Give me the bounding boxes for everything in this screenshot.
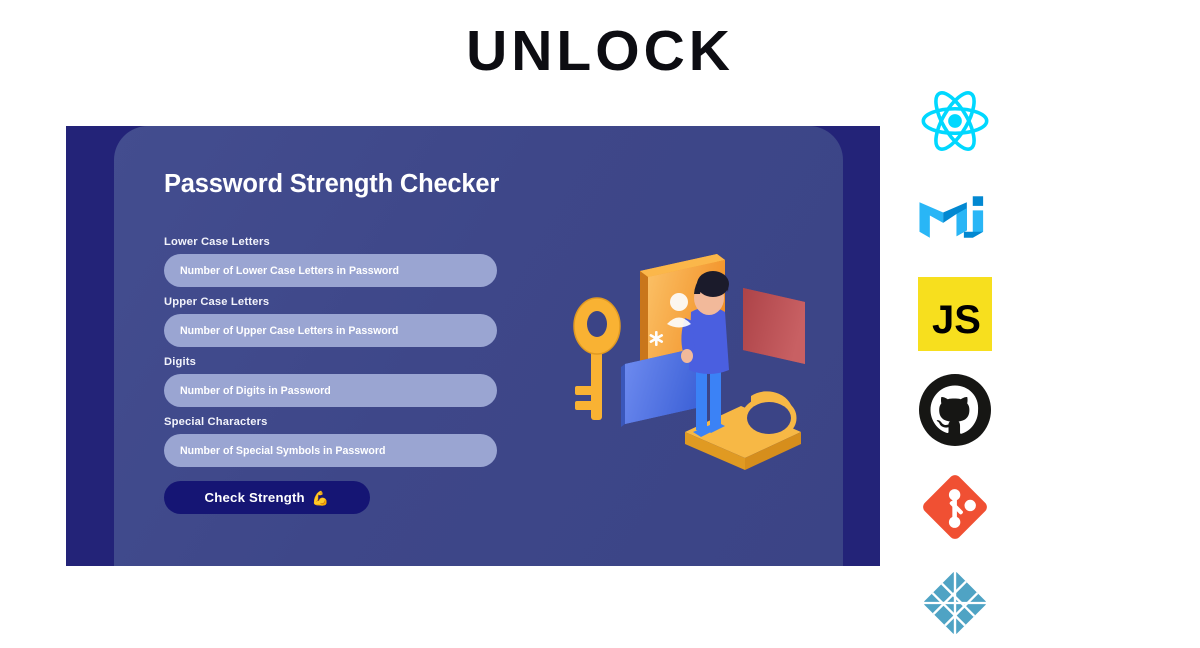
input-digits[interactable]	[164, 374, 497, 407]
label-lower-case-letters: Lower Case Letters	[164, 236, 270, 248]
password-strength-card: Password Strength Checker Lower Case Let…	[114, 126, 843, 566]
page-title: UNLOCK	[466, 19, 734, 83]
field-lower-case-letters: Lower Case Letters	[164, 236, 504, 287]
input-upper-case-letters[interactable]	[164, 314, 497, 347]
page-root: UNLOCK Password Strength Checker Lower C…	[0, 0, 1200, 648]
field-special-characters: Special Characters	[164, 416, 504, 467]
field-upper-case-letters: Upper Case Letters	[164, 296, 504, 347]
check-strength-label: Check Strength	[204, 490, 305, 505]
tech-stack-rail: JS	[900, 82, 1010, 642]
check-strength-button[interactable]: Check Strength 💪	[164, 481, 370, 514]
react-icon	[916, 82, 994, 160]
app-window: Password Strength Checker Lower Case Let…	[66, 126, 880, 566]
key-shape	[573, 297, 621, 420]
javascript-icon: JS	[916, 275, 994, 353]
panel-red-shape	[743, 288, 805, 364]
label-special-characters: Special Characters	[164, 416, 268, 428]
label-upper-case-letters: Upper Case Letters	[164, 296, 270, 308]
input-special-characters[interactable]	[164, 434, 497, 467]
label-digits: Digits	[164, 356, 196, 368]
svg-text:JS: JS	[932, 298, 981, 342]
material-ui-icon	[916, 178, 994, 256]
netlify-icon	[916, 564, 994, 642]
password-strength-form: Lower Case Letters Upper Case Letters Di…	[164, 236, 504, 514]
input-lower-case-letters[interactable]	[164, 254, 497, 287]
git-icon	[916, 468, 994, 546]
flexed-biceps-icon: 💪	[311, 489, 330, 506]
github-icon	[916, 371, 994, 449]
isometric-security-illustration	[565, 246, 825, 476]
card-heading: Password Strength Checker	[164, 170, 500, 198]
field-digits: Digits	[164, 356, 504, 407]
